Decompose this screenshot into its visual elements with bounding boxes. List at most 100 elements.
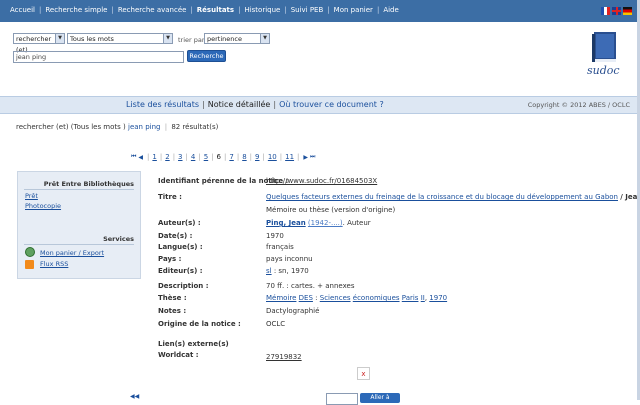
rss-icon	[25, 260, 34, 269]
chevron-down-icon: ▼	[260, 34, 269, 43]
photocopie-link[interactable]: Photocopie	[25, 202, 61, 210]
field-value: Tous les mots	[70, 35, 114, 43]
nav-item-recherche-simple[interactable]: Recherche simple	[45, 6, 107, 14]
logo-text: sudoc	[587, 64, 620, 77]
bottom-pagination: ◀◀	[130, 393, 139, 400]
thesis-link[interactable]: Sciences	[320, 294, 351, 302]
pager-separator: |	[249, 153, 253, 161]
page-link-4[interactable]: 4	[191, 153, 195, 161]
rss-link[interactable]: Flux RSS	[40, 260, 68, 268]
page-link-11[interactable]: 11	[285, 153, 294, 161]
search-input[interactable]: jean ping	[13, 51, 184, 63]
tab-detailed-record: Notice détaillée	[207, 100, 271, 109]
language-label: Langue(s) :	[158, 243, 203, 251]
page-link-10[interactable]: 10	[268, 153, 277, 161]
publisher-link[interactable]: sl	[266, 267, 272, 275]
copyright: Copyright © 2012 ABES / OCLC	[527, 101, 630, 109]
page-link-9[interactable]: 9	[255, 153, 259, 161]
result-tabs-band: Liste des résultats | Notice détaillée | Où …	[0, 96, 640, 114]
cart-icon	[25, 247, 35, 257]
first-page-icon[interactable]: ⏮	[131, 153, 136, 161]
pager-separator: |	[211, 153, 214, 161]
page-link-2[interactable]: 2	[165, 153, 169, 161]
divider	[24, 189, 134, 190]
thesis-value: Mémoire DES : Sciences économiques Paris…	[266, 294, 447, 302]
thesis-link[interactable]: Paris	[402, 294, 419, 302]
search-criteria: rechercher (et) (Tous les mots ) jean pi…	[16, 123, 218, 131]
page-link-7[interactable]: 7	[229, 153, 233, 161]
cart-export-link[interactable]: Mon panier / Export	[40, 249, 104, 257]
publisher-rest: : sn, 1970	[273, 267, 309, 275]
permalink-link[interactable]: http://www.sudoc.fr/01684503X	[266, 177, 377, 185]
flag-fr-icon[interactable]	[601, 7, 610, 15]
nav-item-mon-panier[interactable]: Mon panier	[334, 6, 373, 14]
nav-separator: |	[39, 6, 42, 14]
go-button[interactable]: Aller à	[360, 393, 400, 403]
flag-de-icon[interactable]	[623, 7, 632, 15]
author-role: . Auteur	[342, 219, 371, 227]
services-title: Services	[103, 235, 134, 243]
pager-separator: |	[279, 153, 283, 161]
thesis-label: Thèse :	[158, 294, 187, 302]
result-count: 82 résultat(s)	[171, 123, 219, 131]
title-link[interactable]: Quelques facteurs externes du freinage d…	[266, 193, 618, 201]
go-to-page-input[interactable]	[326, 393, 358, 405]
thesis-text: :	[312, 294, 320, 302]
description-value: 70 ff. : cartes. + annexes	[266, 282, 355, 290]
close-icon[interactable]: x	[357, 367, 370, 380]
thesis-link[interactable]: économiques	[353, 294, 400, 302]
page-link-5[interactable]: 5	[204, 153, 208, 161]
pager-separator: |	[185, 153, 188, 161]
pret-link[interactable]: Prêt	[25, 192, 38, 200]
author-link[interactable]: Ping, Jean	[266, 219, 306, 227]
side-panel: Prêt Entre Bibliothèques Prêt Photocopie…	[17, 171, 141, 279]
sudoc-logo[interactable]: sudoc	[586, 30, 626, 88]
nav-item-aide[interactable]: Aide	[383, 6, 398, 14]
sort-select[interactable]: pertinence ▼	[204, 33, 270, 44]
search-area: rechercher (et) ▼ Tous les mots ▼ trier …	[0, 22, 640, 96]
thesis-link[interactable]: 1970	[429, 294, 447, 302]
nav-item-historique[interactable]: Historique	[244, 6, 280, 14]
pager-separator: |	[159, 153, 163, 161]
search-button[interactable]: Recherche	[187, 50, 226, 62]
chevron-down-icon: ▼	[55, 34, 64, 43]
external-links-label: Lien(s) externe(s)	[158, 340, 229, 348]
title-label: Titre :	[158, 193, 182, 201]
last-page-icon[interactable]: ⏭	[310, 153, 315, 161]
nav-item-accueil[interactable]: Accueil	[10, 6, 35, 14]
tab-where-to-find[interactable]: Où trouver ce document ?	[279, 100, 384, 109]
publisher-value: sl : sn, 1970	[266, 267, 309, 275]
top-nav-items: Accueil | Recherche simple | Recherche avanc…	[10, 6, 399, 14]
page-link-6: 6	[216, 153, 221, 161]
author-value: Ping, Jean (1942-....). Auteur	[266, 219, 371, 227]
pager-separator: |	[224, 153, 227, 161]
pager-separator: |	[236, 153, 240, 161]
author-dates-link[interactable]: (1942-....)	[308, 219, 343, 227]
worldcat-link[interactable]: 27919832	[266, 353, 302, 361]
sort-value: pertinence	[207, 35, 242, 43]
field-select[interactable]: Tous les mots ▼	[67, 33, 173, 44]
nav-item-recherche-avanc-e[interactable]: Recherche avancée	[118, 6, 187, 14]
date-value: 1970	[266, 232, 284, 240]
thesis-link[interactable]: DES	[299, 294, 313, 302]
next-page-icon[interactable]: ▶	[303, 154, 308, 161]
worldcat-label: Worldcat :	[158, 351, 199, 359]
pager-separator: |	[172, 153, 176, 161]
nav-item-suivi-peb[interactable]: Suivi PEB	[291, 6, 324, 14]
book-icon	[592, 32, 616, 62]
peb-title: Prêt Entre Bibliothèques	[43, 180, 134, 188]
page-link-8[interactable]: 8	[242, 153, 246, 161]
result-tabs: Liste des résultats | Notice détaillée | Où …	[126, 100, 384, 109]
prev-page-icon[interactable]: ◀	[138, 154, 143, 161]
page-link-1[interactable]: 1	[152, 153, 156, 161]
operator-select[interactable]: rechercher (et) ▼	[13, 33, 65, 54]
criteria-term: jean ping	[128, 123, 161, 131]
publisher-label: Editeur(s) :	[158, 267, 203, 275]
first-page-icon[interactable]: ◀◀	[130, 393, 139, 400]
nav-item-r-sultats[interactable]: Résultats	[197, 6, 234, 14]
tab-result-list[interactable]: Liste des résultats	[126, 100, 199, 109]
thesis-link[interactable]: Mémoire	[266, 294, 296, 302]
flag-uk-icon[interactable]	[612, 7, 621, 15]
page-link-3[interactable]: 3	[178, 153, 182, 161]
pager-separator: |	[198, 153, 201, 161]
